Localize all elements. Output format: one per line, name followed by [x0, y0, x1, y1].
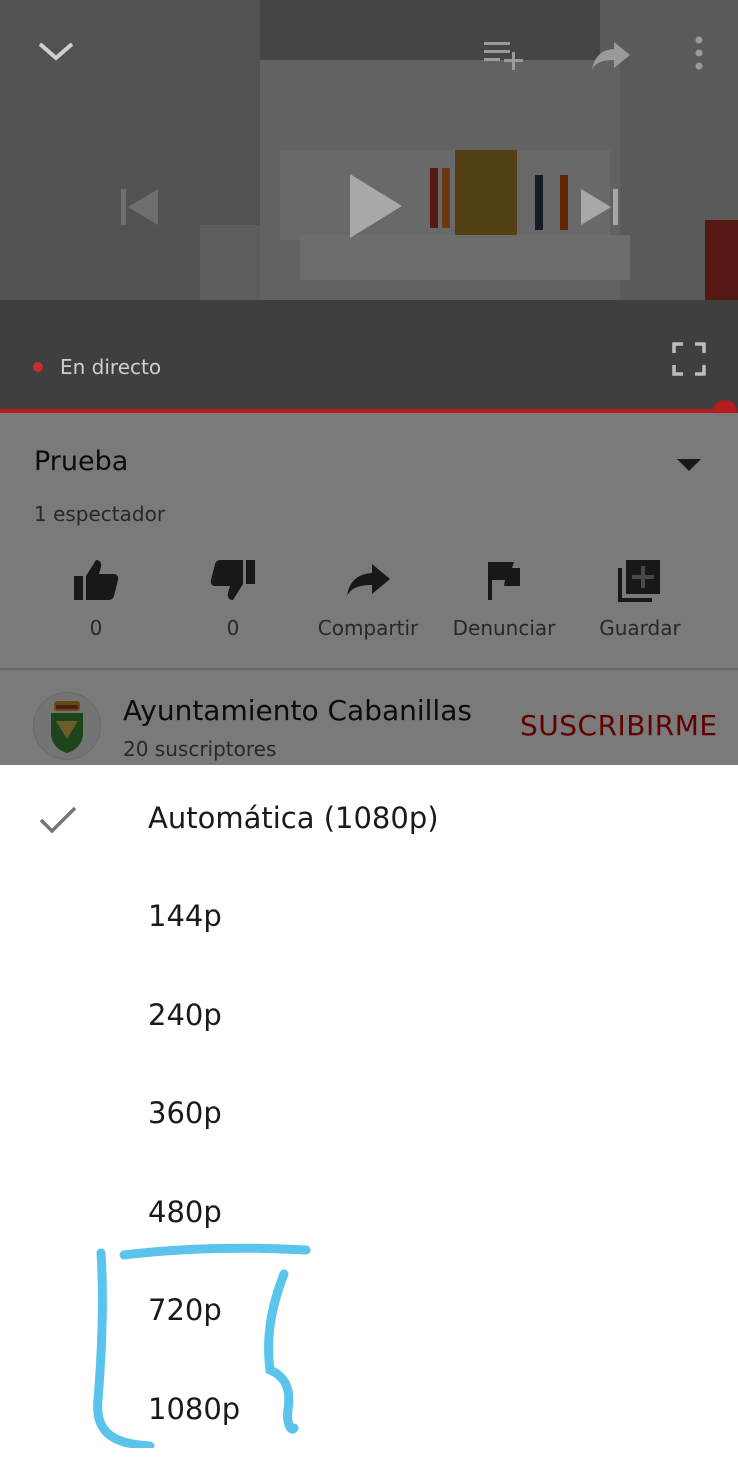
fullscreen-icon — [672, 342, 706, 376]
share-icon — [592, 42, 630, 70]
share-button[interactable]: Compartir — [300, 558, 436, 640]
save-label: Guardar — [599, 616, 681, 640]
play-button[interactable] — [346, 170, 404, 242]
video-info-panel: Prueba 1 espectador 0 0 Compartir Denunc… — [0, 413, 738, 765]
like-count: 0 — [89, 616, 103, 640]
share-icon — [347, 564, 390, 596]
quality-option-label: 240p — [148, 998, 222, 1032]
quality-option-label: 720p — [148, 1293, 222, 1327]
flag-icon — [488, 562, 520, 600]
thumb-down-icon — [210, 560, 255, 600]
quality-option-label: 1080p — [148, 1392, 241, 1426]
skip-previous-icon — [121, 189, 158, 225]
check-icon — [39, 806, 77, 834]
live-dot — [33, 362, 43, 372]
subscribe-button[interactable]: SUSCRIBIRME — [520, 709, 718, 742]
skip-next-icon — [581, 189, 618, 225]
channel-avatar[interactable] — [33, 692, 101, 760]
quality-option-label: 360p — [148, 1096, 222, 1130]
video-title: Prueba — [34, 446, 129, 477]
quality-option-label: 144p — [148, 899, 222, 933]
divider — [0, 668, 738, 670]
dislike-button[interactable]: 0 — [165, 558, 301, 640]
share-label: Compartir — [317, 616, 419, 640]
chevron-down-icon — [38, 42, 74, 61]
coat-of-arms-icon — [51, 701, 83, 753]
save-button[interactable]: Guardar — [572, 558, 708, 640]
previous-button[interactable] — [118, 186, 162, 228]
quality-option-144p[interactable]: 144p — [0, 867, 738, 965]
quality-option-1080p[interactable]: 1080p — [0, 1360, 738, 1458]
live-label: En directo — [60, 355, 162, 379]
live-indicator: En directo — [33, 355, 161, 379]
quality-option-720p[interactable]: 720p — [0, 1261, 738, 1359]
next-button[interactable] — [578, 186, 622, 228]
video-player[interactable]: En directo — [0, 0, 738, 413]
report-button[interactable]: Denunciar — [436, 558, 572, 640]
quality-option-label: Automática (1080p) — [148, 801, 439, 835]
like-button[interactable]: 0 — [28, 558, 164, 640]
thumb-up-icon — [74, 560, 119, 600]
viewer-count: 1 espectador — [34, 502, 166, 526]
more-vert-icon — [695, 36, 703, 70]
quality-option-240p[interactable]: 240p — [0, 966, 738, 1064]
channel-name[interactable]: Ayuntamiento Cabanillas — [123, 694, 472, 727]
add-to-playlist-button[interactable] — [482, 40, 528, 72]
more-options-button[interactable] — [693, 36, 705, 72]
quality-menu-sheet: Automática (1080p) 144p 240p 360p 480p 7… — [0, 765, 738, 1448]
quality-option-360p[interactable]: 360p — [0, 1064, 738, 1162]
expand-more-icon — [677, 459, 701, 471]
fullscreen-button[interactable] — [672, 342, 706, 376]
add-to-playlist-icon — [484, 42, 523, 70]
action-bar: 0 0 Compartir Denunciar Guardar — [28, 558, 708, 648]
play-icon — [350, 174, 402, 238]
quality-option-label: 480p — [148, 1195, 222, 1229]
quality-option-auto[interactable]: Automática (1080p) — [0, 769, 738, 867]
share-button-player[interactable] — [590, 38, 632, 72]
collapse-button[interactable] — [36, 38, 76, 66]
expand-description-button[interactable] — [675, 457, 703, 477]
report-label: Denunciar — [452, 616, 556, 640]
subscriber-count: 20 suscriptores — [123, 737, 277, 761]
quality-option-480p[interactable]: 480p — [0, 1163, 738, 1261]
add-to-library-icon — [618, 560, 660, 602]
dislike-count: 0 — [226, 616, 240, 640]
